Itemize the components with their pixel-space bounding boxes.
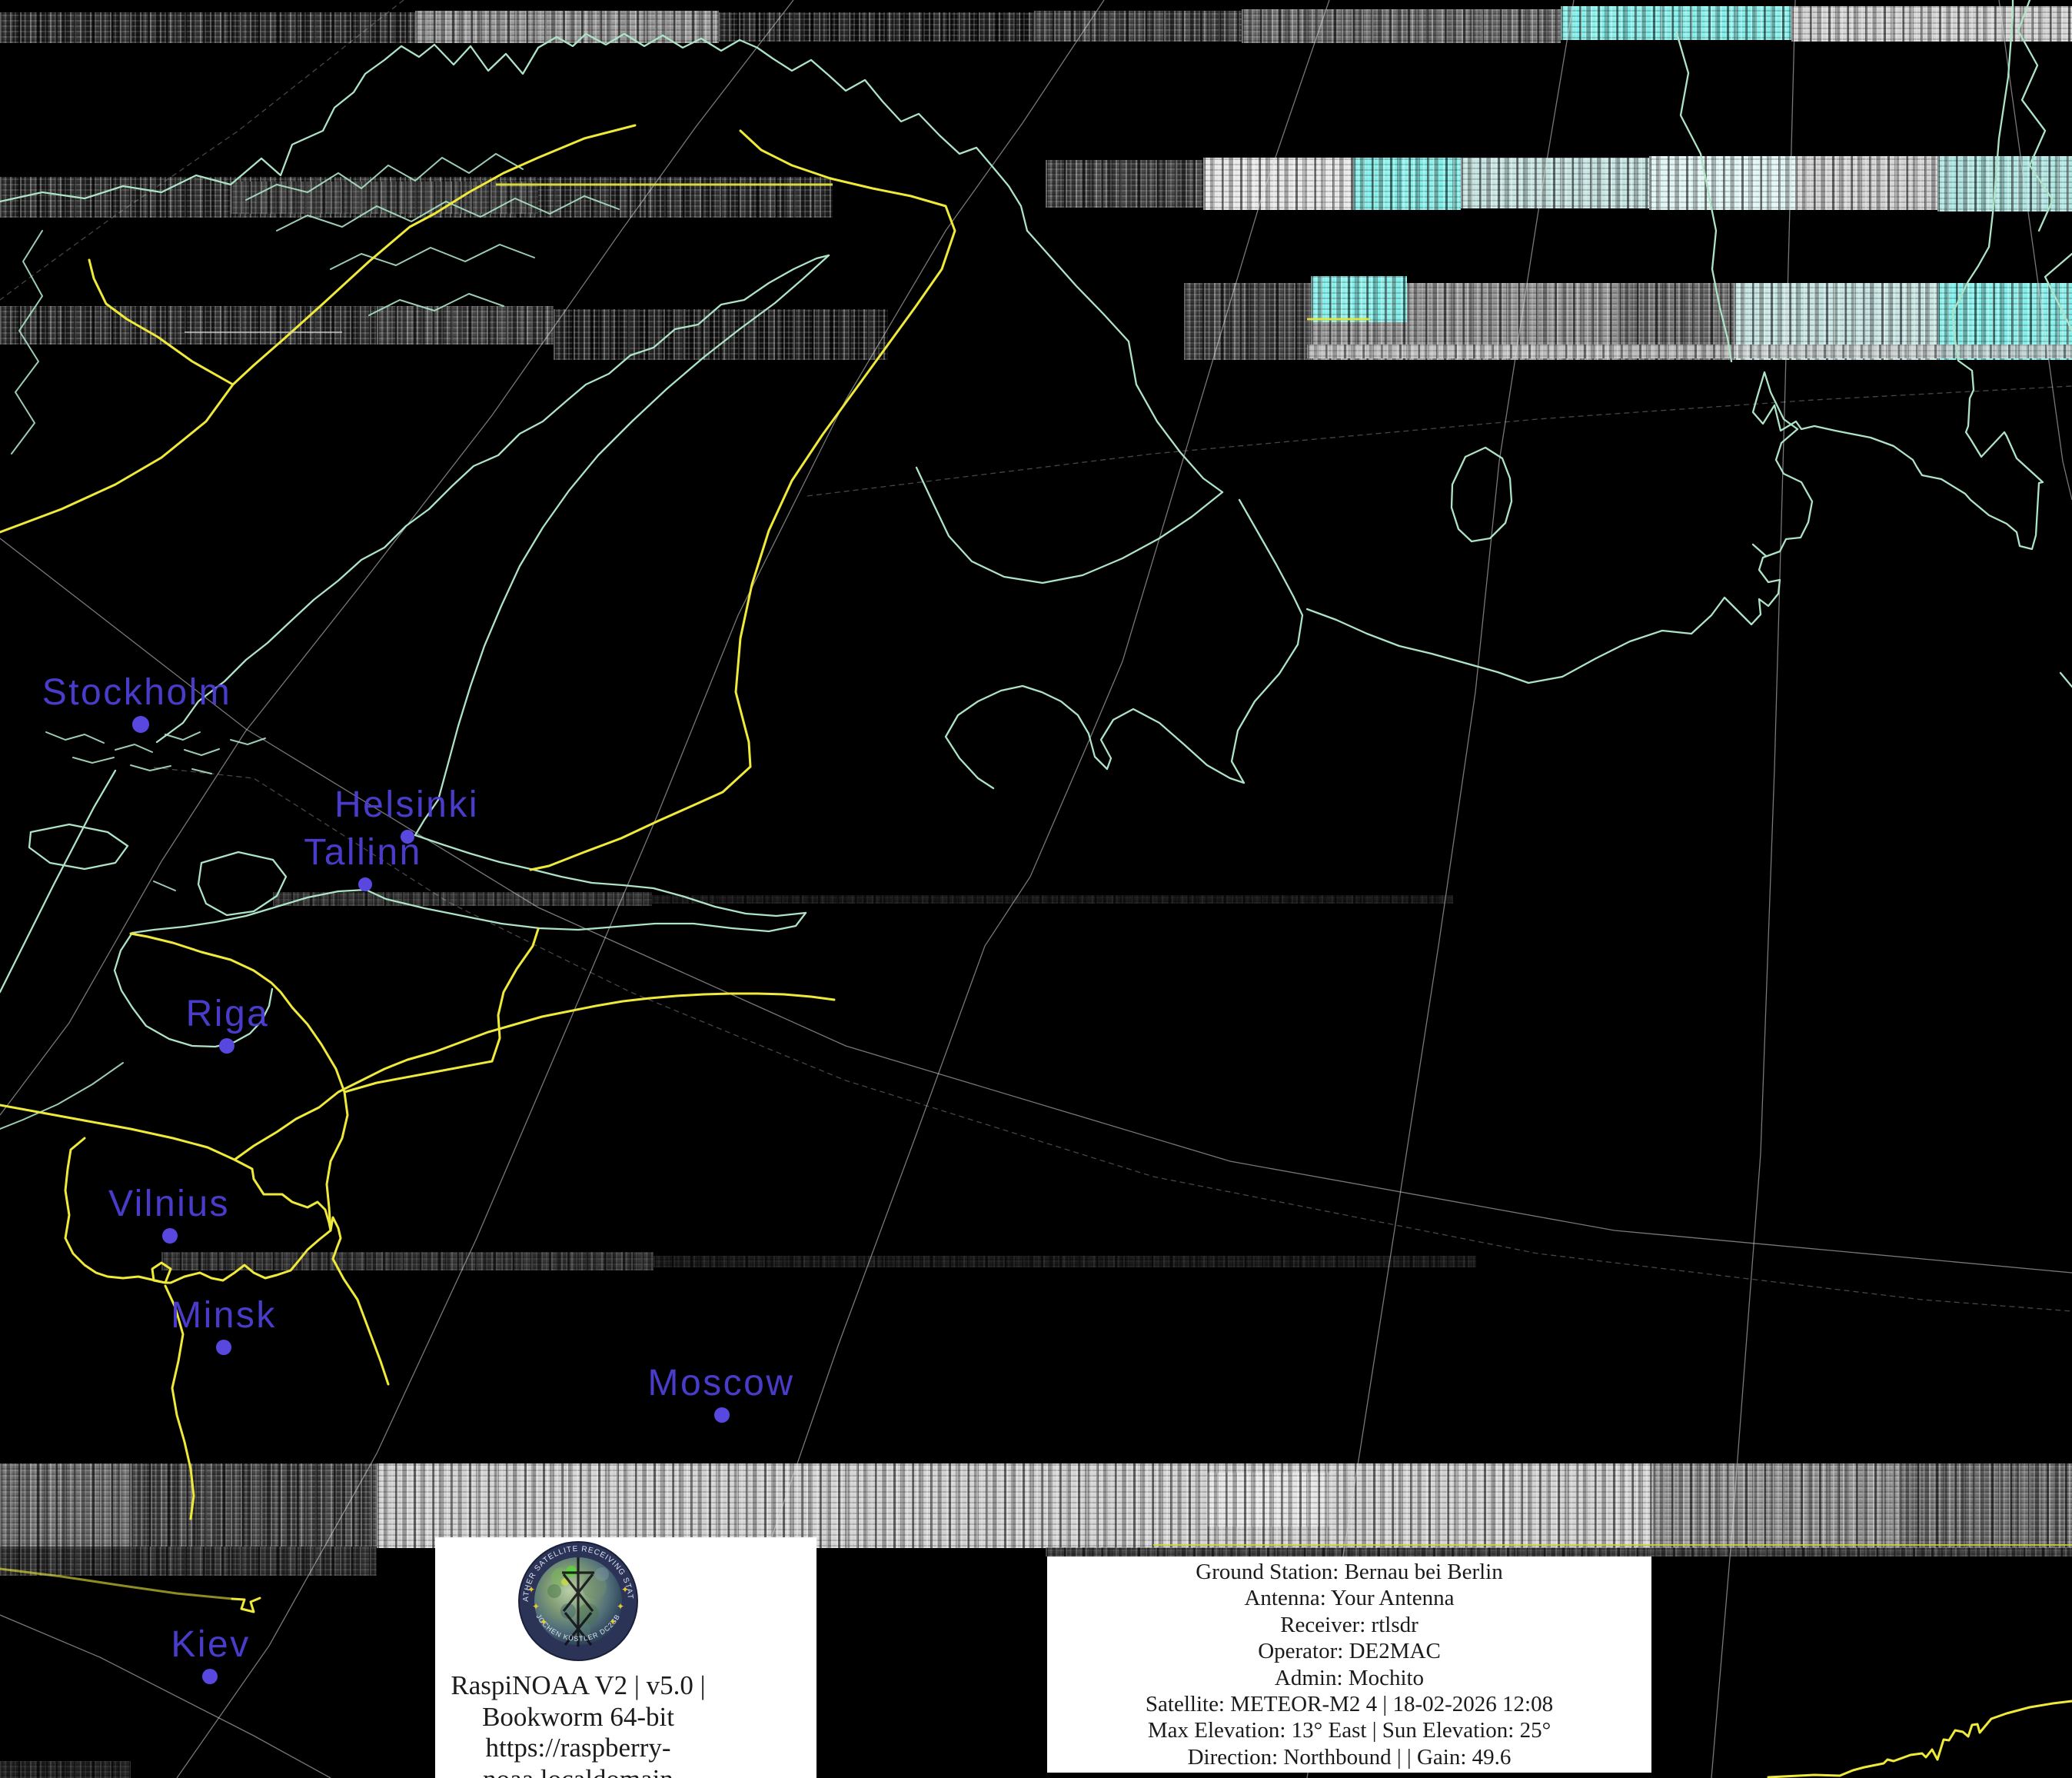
graticule-line — [0, 1615, 331, 1778]
coastline — [916, 468, 1222, 583]
svg-text:✦: ✦ — [621, 1584, 629, 1595]
coastline — [369, 294, 504, 315]
svg-text:✦: ✦ — [527, 1584, 535, 1595]
city-dot — [219, 1038, 234, 1054]
city-label: Kiev — [171, 1623, 250, 1666]
info-line: Admin: Mochito — [1047, 1665, 1651, 1691]
coastline — [277, 196, 619, 231]
country-border — [1768, 1701, 2072, 1777]
country-border — [89, 260, 233, 385]
raspinoaa-logo: WEATHER SATELLITE RECEIVING STATION JOCH… — [517, 1540, 639, 1666]
coastline — [946, 500, 1302, 788]
coastline — [29, 824, 128, 869]
coastline — [0, 771, 115, 992]
city-label: Tallinn — [304, 831, 422, 874]
coastline — [115, 744, 152, 752]
coastline — [165, 732, 200, 740]
coastline — [132, 890, 806, 933]
coastline — [0, 1063, 123, 1129]
graticule-line — [177, 0, 1104, 1778]
coastline — [2060, 673, 2072, 687]
city-label: Stockholm — [42, 671, 232, 714]
graticule-line — [1711, 0, 1795, 1778]
info-line: Bookworm 64-bit — [435, 1702, 721, 1733]
graticule-layer — [0, 0, 2072, 1778]
coastline-layer — [0, 0, 2072, 1129]
coastline — [1452, 448, 1512, 541]
city-dot — [162, 1228, 178, 1244]
svg-text:✦: ✦ — [540, 1617, 547, 1627]
info-line: RaspiNOAA V2 | v5.0 | — [435, 1670, 721, 1702]
country-border-layer — [0, 125, 2072, 1777]
satellite-pass-image: Stockholm Helsinki Tallinn Riga Vilnius Minsk… — [0, 0, 2072, 1778]
branding-text: RaspiNOAA V2 | v5.0 |Bookworm 64-bithttp… — [435, 1670, 721, 1778]
country-border — [232, 1598, 260, 1612]
city-label: Minsk — [171, 1294, 277, 1337]
city-dot — [216, 1340, 231, 1355]
city-label: Helsinki — [334, 784, 479, 826]
svg-text:✦: ✦ — [609, 1617, 617, 1627]
coastline — [1753, 0, 2043, 549]
info-line: Satellite: METEOR-M2 4 | 18-02-2026 12:0… — [1047, 1691, 1651, 1717]
graticule-line — [692, 0, 1329, 1778]
station-info-text: Ground Station: Bernau bei BerlinAntenna… — [1047, 1559, 1651, 1770]
svg-text:✦: ✦ — [532, 1601, 540, 1612]
country-border — [344, 929, 538, 1092]
coastline — [154, 881, 175, 891]
city-dot — [202, 1669, 218, 1684]
info-line: Receiver: rtlsdr — [1047, 1612, 1651, 1638]
coastline — [46, 732, 104, 743]
branding-box: WEATHER SATELLITE RECEIVING STATION JOCH… — [435, 1537, 816, 1778]
graticule-line — [154, 767, 2072, 1311]
graticule-line — [0, 0, 404, 300]
country-border — [234, 994, 834, 1160]
coastline — [331, 245, 534, 269]
country-border — [0, 1569, 232, 1599]
country-border — [530, 131, 955, 870]
info-line: Antenna: Your Antenna — [1047, 1585, 1651, 1611]
coastline — [1753, 544, 1766, 556]
info-line: Ground Station: Bernau bei Berlin — [1047, 1559, 1651, 1585]
svg-text:✦: ✦ — [617, 1601, 624, 1612]
station-info-box: Ground Station: Bernau bei BerlinAntenna… — [1047, 1557, 1651, 1773]
coastline — [2018, 0, 2053, 231]
coastline — [415, 835, 806, 916]
info-line: Max Elevation: 13° East | Sun Elevation:… — [1047, 1717, 1651, 1743]
info-line: https://raspberry- — [435, 1733, 721, 1764]
coastline — [1307, 429, 1812, 683]
city-label: Riga — [186, 993, 270, 1035]
info-line: Direction: Northbound | | Gain: 49.6 — [1047, 1744, 1651, 1770]
coastline — [12, 231, 42, 454]
weather-station-badge-icon: WEATHER SATELLITE RECEIVING STATION JOCH… — [517, 1540, 639, 1662]
info-line: noaa.localdomain — [435, 1764, 721, 1778]
branding-content: WEATHER SATELLITE RECEIVING STATION JOCH… — [435, 1540, 721, 1778]
coastline — [157, 255, 829, 742]
coastline — [231, 738, 265, 744]
city-dot — [714, 1407, 730, 1423]
city-dot — [132, 716, 149, 733]
info-line: Operator: DE2MAC — [1047, 1638, 1651, 1664]
country-border — [331, 1217, 388, 1384]
coastline — [415, 255, 829, 835]
city-dot — [358, 877, 372, 891]
city-label: Moscow — [647, 1362, 794, 1404]
graticule-line — [1307, 0, 1574, 1778]
graticule-line — [1999, 0, 2072, 500]
city-label: Vilnius — [108, 1183, 230, 1225]
graticule-line — [0, 0, 793, 1115]
coastline — [198, 852, 286, 915]
coastline — [1027, 231, 1222, 492]
satellite-map-overlay — [0, 0, 2072, 1778]
coastline — [246, 154, 523, 200]
coastline — [131, 765, 171, 771]
coastline — [1676, 31, 1731, 361]
coastline — [185, 749, 219, 755]
coastline — [0, 34, 1027, 231]
coastline — [73, 757, 114, 763]
coastline — [2045, 254, 2072, 331]
